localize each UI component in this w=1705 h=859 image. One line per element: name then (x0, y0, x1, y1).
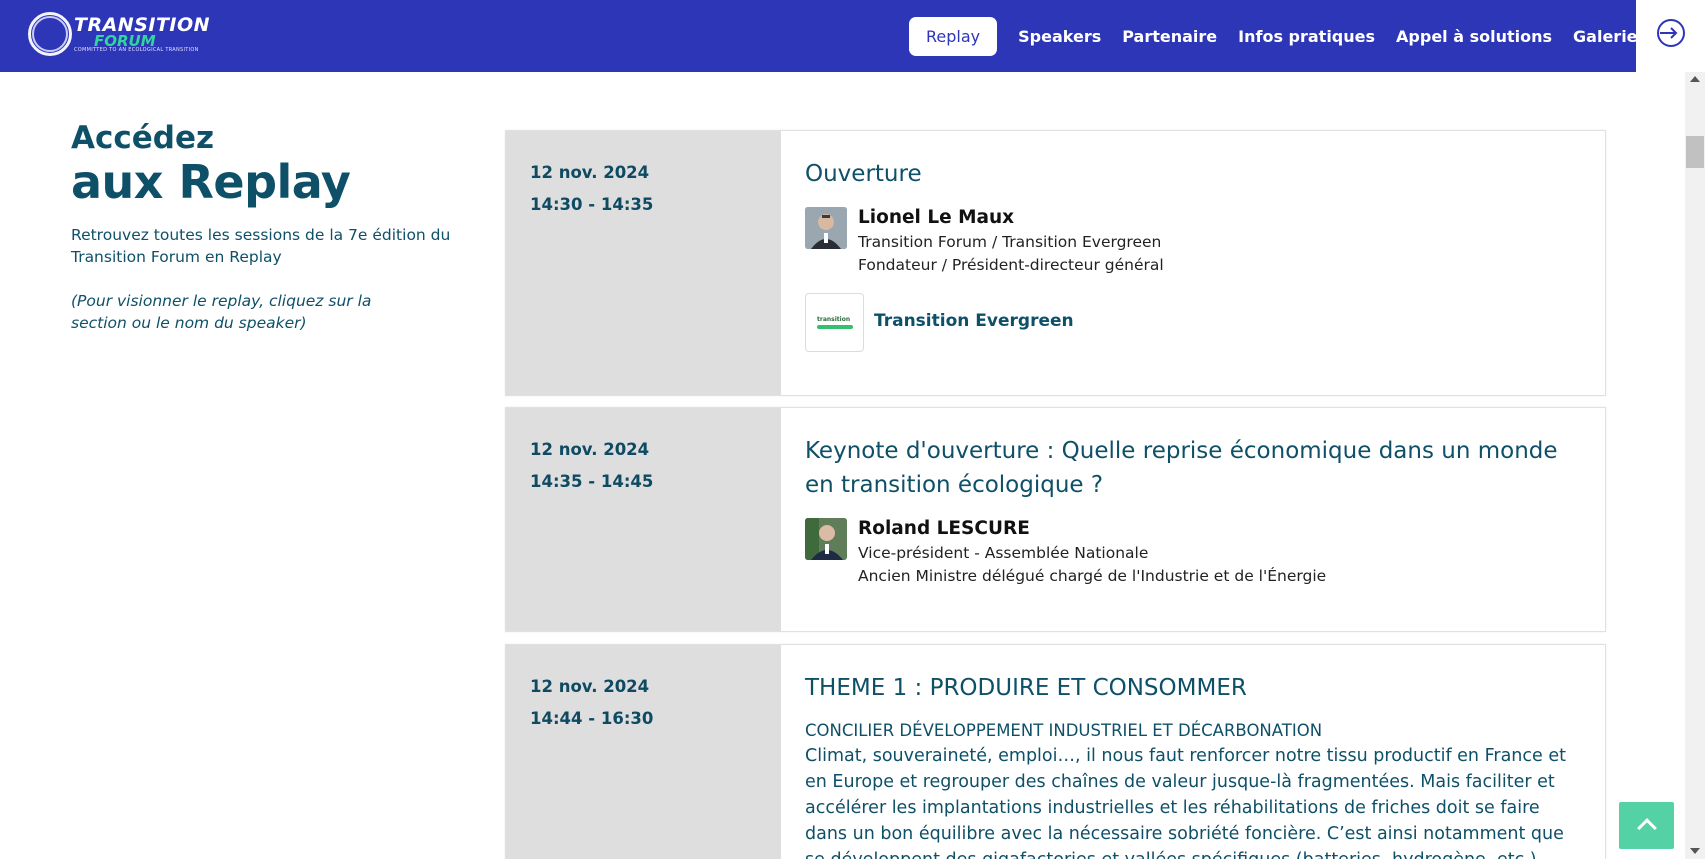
session-card[interactable]: 12 nov. 2024 14:44 - 16:30 THEME 1 : PRO… (505, 644, 1606, 859)
session-content: THEME 1 : PRODUIRE ET CONSOMMER CONCILIE… (805, 671, 1585, 859)
speaker-name[interactable]: Roland LESCURE (858, 516, 1585, 542)
session-title[interactable]: Ouverture (805, 157, 1585, 191)
intro-text: Retrouvez toutes les sessions de la 7e é… (71, 226, 451, 266)
speaker-organization: Transition Forum / Transition Evergreen (858, 233, 1162, 251)
session-card[interactable]: 12 nov. 2024 14:30 - 14:35 Ouverture Lio… (505, 130, 1606, 396)
speaker-avatar (805, 207, 847, 249)
scroll-down-arrow-icon[interactable] (1690, 848, 1700, 854)
partner-logo: transition (805, 293, 864, 352)
nav-infos-pratiques[interactable]: Infos pratiques (1238, 27, 1375, 46)
back-to-top-button[interactable] (1619, 802, 1674, 849)
speaker-avatar (805, 518, 847, 560)
scroll-thumb[interactable] (1686, 136, 1704, 168)
session-description: Climat, souveraineté, emploi…, il nous f… (805, 746, 1566, 859)
session-subtitle: CONCILIER DÉVELOPPEMENT INDUSTRIEL ET DÉ… (805, 721, 1323, 740)
page-scrollbar[interactable] (1685, 72, 1705, 859)
session-title[interactable]: Keynote d'ouverture : Quelle reprise éco… (805, 434, 1585, 502)
speaker-former-role: Ancien Ministre délégué chargé de l'Indu… (858, 567, 1327, 585)
nav-replay[interactable]: Replay (909, 16, 998, 56)
session-content: Ouverture Lionel Le Maux Transition Foru… (805, 157, 1585, 352)
intro-note: (Pour visionner le replay, cliquez sur l… (71, 292, 372, 332)
session-time: 14:44 - 16:30 (530, 709, 654, 728)
login-icon[interactable] (1655, 17, 1687, 49)
scroll-up-arrow-icon[interactable] (1690, 76, 1700, 82)
partner[interactable]: transition Transition Evergreen (805, 293, 1585, 352)
logo-tagline: COMMITTED TO AN ECOLOGICAL TRANSITION (74, 47, 199, 53)
nav-partenaire[interactable]: Partenaire (1122, 27, 1217, 46)
speaker-role: Vice-président - Assemblée Nationale (858, 544, 1149, 562)
speaker-name[interactable]: Lionel Le Maux (858, 205, 1585, 231)
nav-appel-solutions[interactable]: Appel à solutions (1396, 27, 1552, 46)
session-card[interactable]: 12 nov. 2024 14:35 - 14:45 Keynote d'ouv… (505, 407, 1606, 632)
session-date-panel: 12 nov. 2024 14:44 - 16:30 (506, 645, 781, 859)
session-date-panel: 12 nov. 2024 14:30 - 14:35 (506, 131, 781, 395)
logo-inner-ring-icon (32, 16, 68, 52)
session-date-panel: 12 nov. 2024 14:35 - 14:45 (506, 408, 781, 631)
intro-title-line1: Accédez (71, 120, 215, 156)
speaker[interactable]: Roland LESCURE Vice-président - Assemblé… (805, 516, 1585, 588)
nav-speakers[interactable]: Speakers (1018, 27, 1101, 46)
chevron-up-icon (1637, 818, 1657, 838)
session-content: Keynote d'ouverture : Quelle reprise éco… (805, 434, 1585, 588)
main-nav: Replay Speakers Partenaire Infos pratiqu… (909, 0, 1638, 72)
partner-name[interactable]: Transition Evergreen (874, 311, 1074, 331)
session-title[interactable]: THEME 1 : PRODUIRE ET CONSOMMER (805, 671, 1585, 705)
site-logo[interactable]: TRANSITION FORUM COMMITTED TO AN ECOLOGI… (28, 12, 210, 56)
session-time: 14:30 - 14:35 (530, 195, 654, 214)
nav-galerie[interactable]: Galerie (1573, 27, 1638, 46)
site-header: TRANSITION FORUM COMMITTED TO AN ECOLOGI… (0, 0, 1638, 72)
session-date: 12 nov. 2024 (530, 677, 650, 696)
speaker-role: Fondateur / Président-directeur général (858, 256, 1164, 274)
session-date: 12 nov. 2024 (530, 163, 650, 182)
intro-title-line2: aux Replay (71, 155, 351, 209)
speaker[interactable]: Lionel Le Maux Transition Forum / Transi… (805, 205, 1585, 277)
session-date: 12 nov. 2024 (530, 440, 650, 459)
session-time: 14:35 - 14:45 (530, 472, 654, 491)
